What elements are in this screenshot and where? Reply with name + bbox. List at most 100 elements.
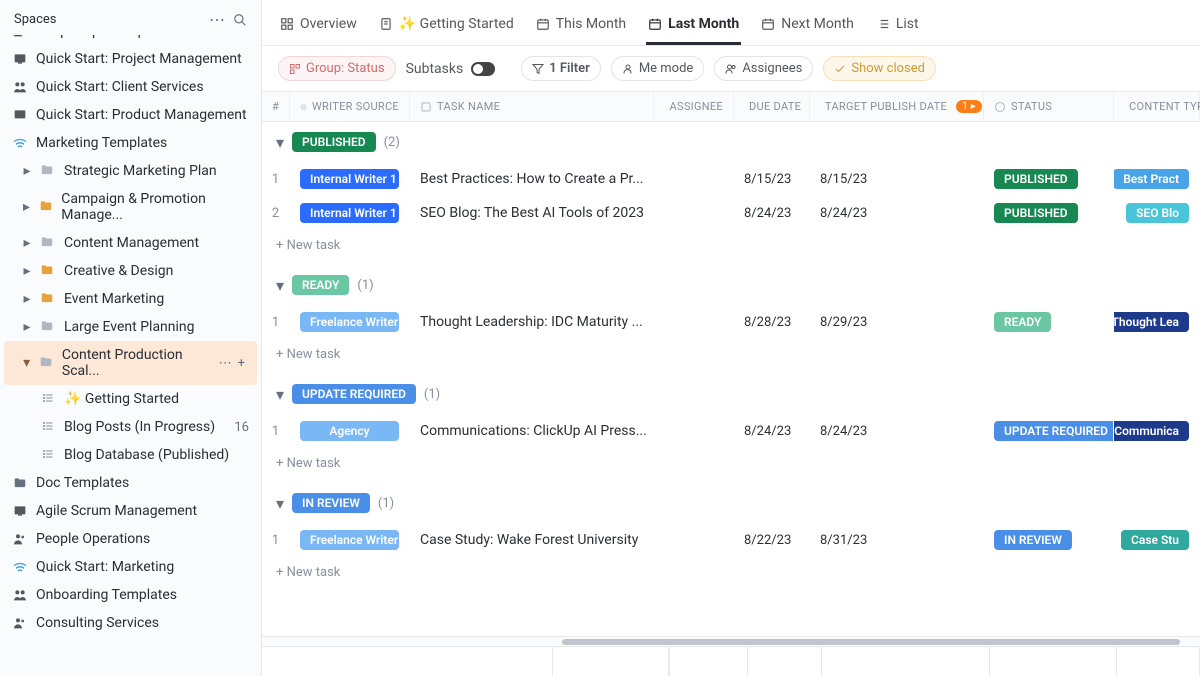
group-pill[interactable]: Group: Status	[278, 56, 396, 81]
col-due[interactable]: DUE DATE	[734, 92, 810, 121]
status-cell[interactable]: READY	[984, 305, 1114, 339]
assignee-cell[interactable]	[654, 172, 734, 186]
space-item[interactable]: Onboarding Templates	[0, 581, 261, 609]
due-date-cell[interactable]: 8/22/23	[734, 526, 810, 555]
new-task-button[interactable]: + New task	[262, 339, 1200, 374]
col-num[interactable]: #	[262, 92, 290, 121]
due-date-cell[interactable]: 8/24/23	[734, 417, 810, 446]
due-date-cell[interactable]: 8/24/23	[734, 199, 810, 228]
task-name-cell[interactable]: SEO Blog: The Best AI Tools of 2023	[410, 198, 654, 228]
space-item[interactable]: Quick Start: Project Management	[0, 45, 261, 73]
subtasks-switch[interactable]	[471, 62, 495, 76]
tab--getting-started[interactable]: ✨ Getting Started	[377, 10, 516, 45]
content-type-cell[interactable]: Case Stu	[1114, 523, 1200, 557]
chevron-down-icon[interactable]: ▾	[276, 385, 284, 404]
task-row[interactable]: 1 Freelance Writer Case Study: Wake Fore…	[262, 523, 1200, 557]
space-item[interactable]: Marketing Templates	[0, 129, 261, 157]
writer-cell[interactable]: Freelance Writer	[290, 523, 410, 557]
col-writer[interactable]: WRITER SOURCE	[290, 92, 410, 121]
task-name-cell[interactable]: Communications: ClickUp AI Press...	[410, 416, 654, 446]
space-item[interactable]: Quick Start: Client Services	[0, 73, 261, 101]
chevron-icon[interactable]: ▸	[22, 319, 32, 335]
assignee-cell[interactable]	[654, 533, 734, 547]
space-item[interactable]: Consulting Services	[0, 609, 261, 637]
writer-cell[interactable]: Internal Writer 1	[290, 196, 410, 230]
content-type-cell[interactable]: Best Pract	[1114, 162, 1200, 196]
col-content-type[interactable]: CONTENT TYP	[1114, 92, 1200, 121]
folder-add-icon[interactable]: +	[238, 356, 245, 371]
target-date-cell[interactable]: 8/24/23	[810, 417, 984, 446]
task-row[interactable]: 2 Internal Writer 1 SEO Blog: The Best A…	[262, 196, 1200, 230]
filter-pill[interactable]: 1 Filter	[521, 56, 601, 81]
folder-item[interactable]: ▸Large Event Planning	[0, 313, 261, 341]
list-item[interactable]: Blog Database (Published)	[0, 441, 261, 469]
group-header[interactable]: ▾READY(1)	[262, 265, 1200, 305]
task-row[interactable]: 1 Agency Communications: ClickUp AI Pres…	[262, 414, 1200, 448]
task-name-cell[interactable]: Thought Leadership: IDC Maturity ...	[410, 307, 654, 337]
target-date-cell[interactable]: 8/15/23	[810, 165, 984, 194]
task-row[interactable]: 1 Freelance Writer Thought Leadership: I…	[262, 305, 1200, 339]
group-header[interactable]: ▾UPDATE REQUIRED(1)	[262, 374, 1200, 414]
list-item[interactable]: Blog Posts (In Progress)16	[0, 413, 261, 441]
col-target[interactable]: TARGET PUBLISH DATE1 ▸	[810, 92, 984, 121]
space-item[interactable]: Quick Start: Marketing	[0, 553, 261, 581]
status-cell[interactable]: PUBLISHED	[984, 196, 1114, 230]
folder-more-icon[interactable]: ⋯	[219, 356, 232, 371]
chevron-icon[interactable]: ▾	[22, 355, 31, 371]
task-name-cell[interactable]: Case Study: Wake Forest University	[410, 525, 654, 555]
content-type-cell[interactable]: SEO Blo	[1114, 196, 1200, 230]
group-header[interactable]: ▾PUBLISHED(2)	[262, 122, 1200, 162]
target-date-cell[interactable]: 8/24/23	[810, 199, 984, 228]
new-task-button[interactable]: + New task	[262, 557, 1200, 592]
task-name-cell[interactable]: Best Practices: How to Create a Pr...	[410, 164, 654, 194]
folder-item[interactable]: ▸Campaign & Promotion Manage...	[0, 185, 261, 229]
writer-cell[interactable]: Agency	[290, 414, 410, 448]
status-cell[interactable]: UPDATE REQUIRED	[984, 414, 1114, 448]
target-date-cell[interactable]: 8/29/23	[810, 308, 984, 337]
space-item[interactable]: Agile Scrum Management	[0, 497, 261, 525]
sidebar-more-icon[interactable]: ⋯	[209, 10, 225, 29]
folder-item[interactable]: ▸Creative & Design	[0, 257, 261, 285]
chevron-icon[interactable]: ▸	[22, 291, 32, 307]
new-task-button[interactable]: + New task	[262, 448, 1200, 483]
tab-last-month[interactable]: Last Month	[646, 10, 741, 45]
space-item[interactable]: Quick Start: Product Management	[0, 101, 261, 129]
due-date-cell[interactable]: 8/28/23	[734, 308, 810, 337]
me-mode-pill[interactable]: Me mode	[611, 56, 705, 81]
group-header[interactable]: ▾IN REVIEW(1)	[262, 483, 1200, 523]
sidebar-search-icon[interactable]	[233, 13, 247, 27]
assignee-cell[interactable]	[654, 424, 734, 438]
horizontal-scrollbar[interactable]	[262, 636, 1200, 646]
writer-cell[interactable]: Freelance Writer	[290, 305, 410, 339]
folder-item[interactable]: ▸Event Marketing	[0, 285, 261, 313]
folder-item[interactable]: ▸Strategic Marketing Plan	[0, 157, 261, 185]
chevron-icon[interactable]: ▸	[22, 163, 32, 179]
space-item[interactable]: People Ops Templates	[0, 35, 261, 45]
chevron-down-icon[interactable]: ▾	[276, 133, 284, 152]
status-cell[interactable]: PUBLISHED	[984, 162, 1114, 196]
assignee-cell[interactable]	[654, 315, 734, 329]
chevron-icon[interactable]: ▸	[22, 199, 31, 215]
tab-next-month[interactable]: Next Month	[759, 10, 856, 45]
new-task-button[interactable]: + New task	[262, 230, 1200, 265]
chevron-icon[interactable]: ▸	[22, 235, 32, 251]
assignees-pill[interactable]: Assignees	[714, 56, 813, 81]
col-assignee[interactable]: ASSIGNEE	[654, 92, 734, 121]
target-date-cell[interactable]: 8/31/23	[810, 526, 984, 555]
chevron-down-icon[interactable]: ▾	[276, 276, 284, 295]
target-sort-badge[interactable]: 1 ▸	[956, 100, 982, 113]
chevron-icon[interactable]: ▸	[22, 263, 32, 279]
space-item[interactable]: People Operations	[0, 525, 261, 553]
show-closed-pill[interactable]: Show closed	[823, 56, 936, 81]
folder-item[interactable]: ▸Content Management	[0, 229, 261, 257]
assignee-cell[interactable]	[654, 206, 734, 220]
content-type-cell[interactable]: Communica	[1114, 414, 1200, 448]
tab-list[interactable]: List	[874, 10, 921, 45]
chevron-down-icon[interactable]: ▾	[276, 494, 284, 513]
writer-cell[interactable]: Internal Writer 1	[290, 162, 410, 196]
space-item[interactable]: Doc Templates	[0, 469, 261, 497]
task-row[interactable]: 1 Internal Writer 1 Best Practices: How …	[262, 162, 1200, 196]
folder-item[interactable]: ▾Content Production Scal...⋯+	[4, 341, 257, 385]
tab-overview[interactable]: Overview	[278, 10, 359, 45]
status-cell[interactable]: IN REVIEW	[984, 523, 1114, 557]
